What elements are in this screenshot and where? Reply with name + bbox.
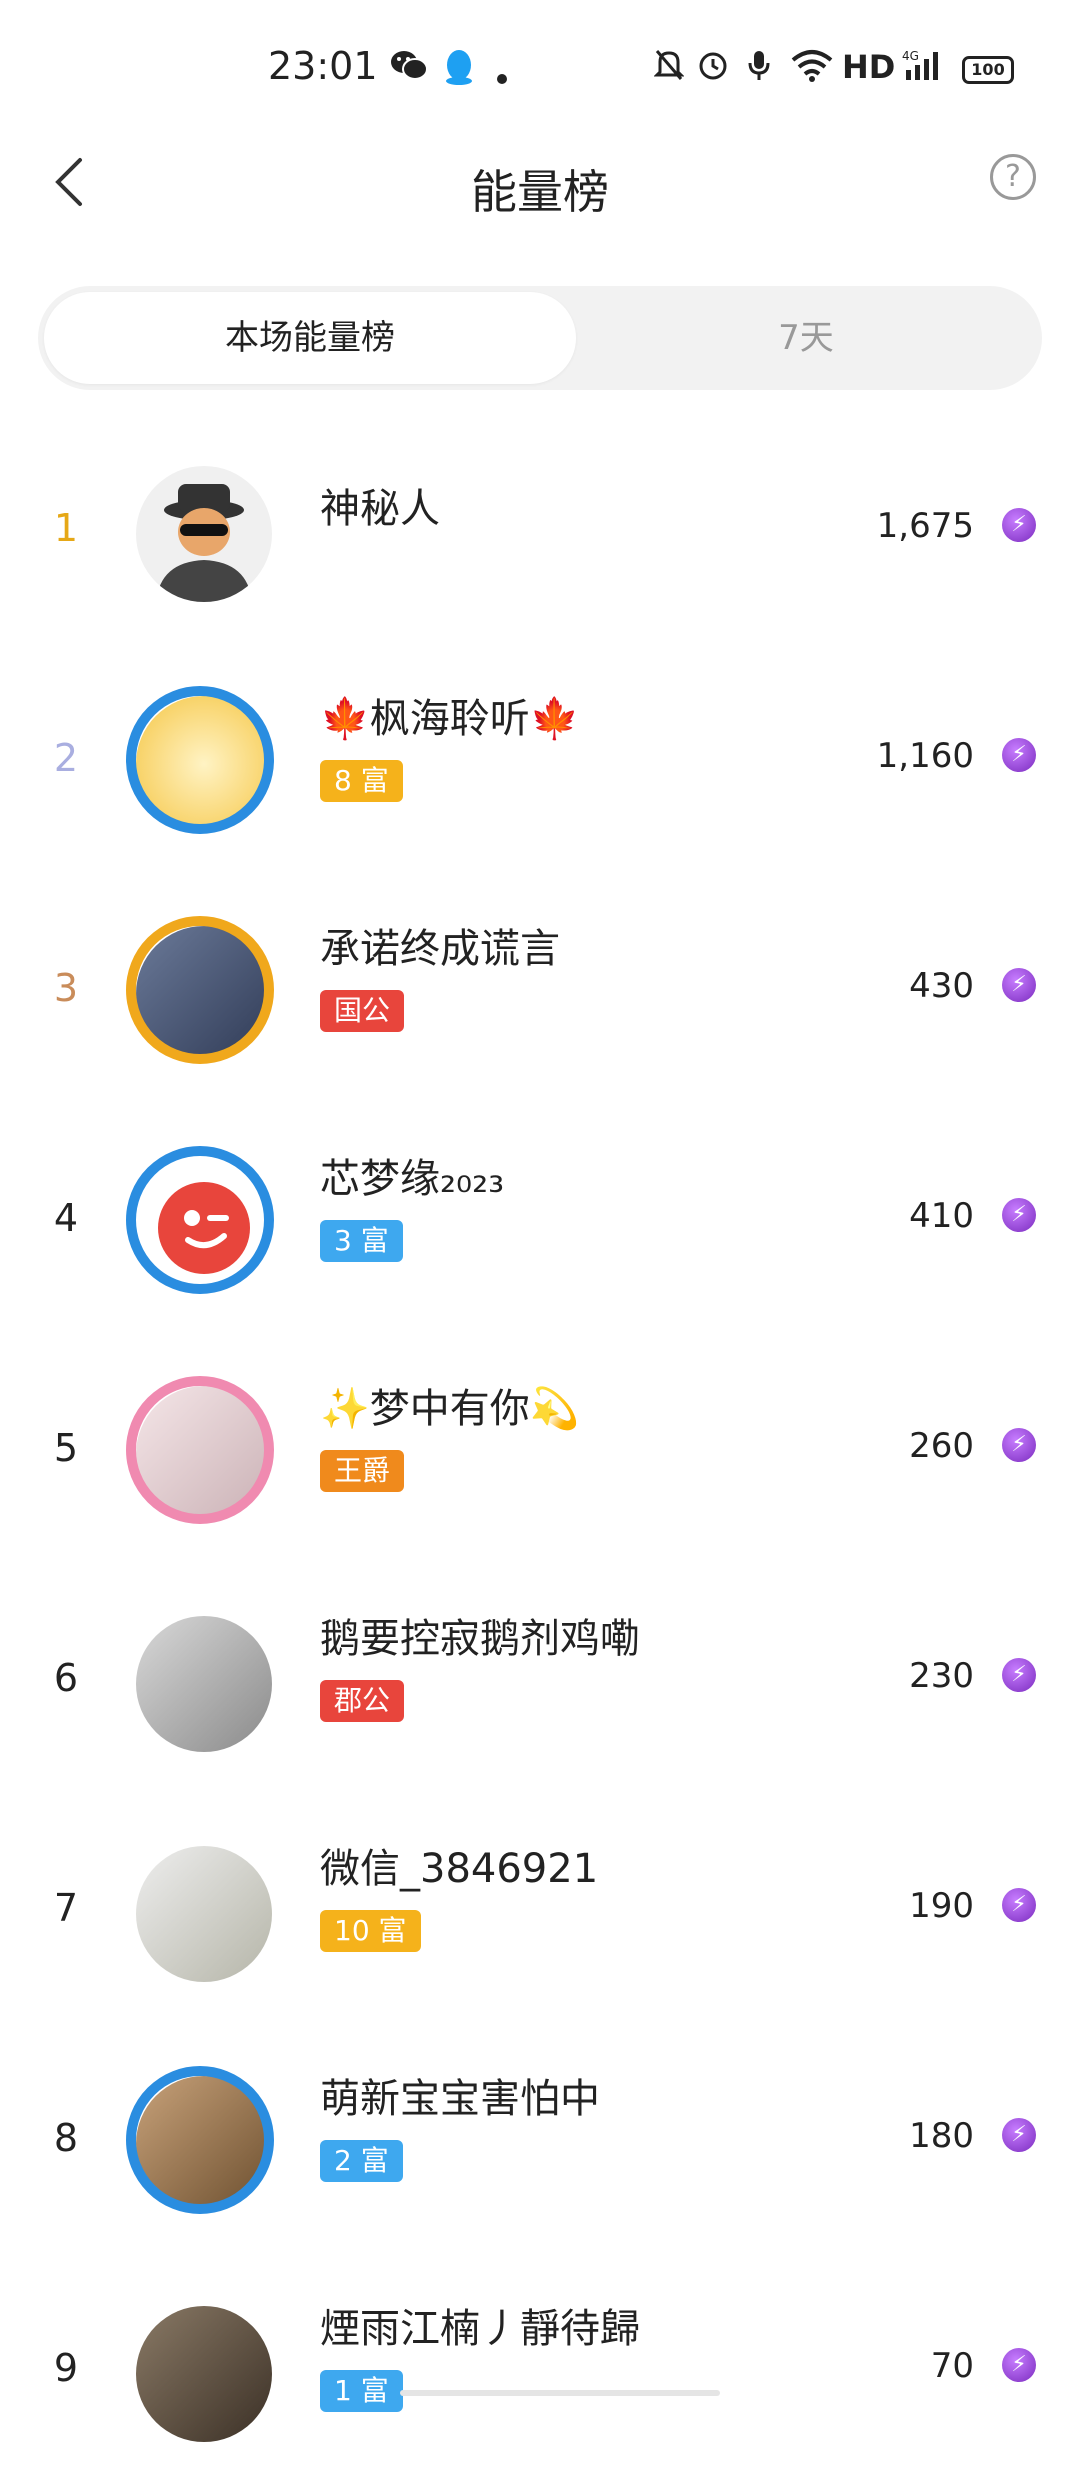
avatar-frame — [126, 1376, 274, 1524]
avatar-frame — [126, 916, 274, 1064]
noble-badge: 郡公 — [320, 1680, 405, 1722]
rank-number: 8 — [53, 2116, 79, 2160]
energy-score: 230 — [909, 1656, 974, 1696]
wealth-badge: 10 富 — [320, 1910, 421, 1952]
wealth-badge: 1 富 — [320, 2370, 403, 2412]
energy-bolt-icon: ⚡ — [1002, 1888, 1036, 1922]
noble-badge: 王爵 — [320, 1450, 405, 1492]
user-name: 承诺终成谎言 — [320, 926, 560, 972]
wifi-icon — [790, 48, 834, 89]
user-name: 煙雨江楠丿靜待歸 — [320, 2306, 640, 2352]
rank-number: 5 — [53, 1426, 79, 1470]
tab-current-session[interactable]: 本场能量榜 — [44, 292, 576, 384]
status-bar: 23:01 HD 4G 100 — [0, 0, 1080, 130]
avatar[interactable] — [120, 1830, 280, 1990]
user-name: 芯梦缘₂₀₂₃ — [320, 1156, 505, 1202]
energy-bolt-icon: ⚡ — [1002, 1658, 1036, 1692]
microphone-icon — [746, 48, 772, 89]
list-item[interactable]: 1 神秘人 1,675 ⚡ — [0, 420, 1080, 650]
art-avatar-icon — [136, 1846, 272, 1982]
user-name: ✨梦中有你💫 — [320, 1386, 580, 1432]
spy-avatar-icon — [136, 466, 272, 602]
mute-icon — [653, 48, 685, 89]
rank-number: 9 — [53, 2346, 79, 2390]
scroll-indicator — [400, 2390, 720, 2396]
list-item[interactable]: 2 🍁枫海聆听🍁 8 富 1,160 ⚡ — [0, 650, 1080, 880]
wealth-badge: 2 富 — [320, 2140, 403, 2182]
avatar[interactable] — [120, 450, 280, 610]
user-name: 微信_3846921 — [320, 1846, 599, 1892]
list-item[interactable]: 9 煙雨江楠丿靜待歸 1 富 70 ⚡ — [0, 2260, 1080, 2490]
alarm-icon — [696, 48, 730, 89]
avatar-frame — [126, 2066, 274, 2214]
energy-bolt-icon: ⚡ — [1002, 738, 1036, 772]
energy-score: 180 — [909, 2116, 974, 2156]
energy-score: 190 — [909, 1886, 974, 1926]
user-name: 萌新宝宝害怕中 — [320, 2076, 600, 2122]
energy-bolt-icon: ⚡ — [1002, 1428, 1036, 1462]
tab-seven-days[interactable]: 7天 — [576, 292, 1036, 384]
rank-number: 7 — [53, 1886, 79, 1930]
avatar-frame — [126, 686, 274, 834]
avatar[interactable] — [120, 1370, 280, 1530]
energy-bolt-icon: ⚡ — [1002, 2348, 1036, 2382]
energy-score: 1,675 — [876, 506, 974, 546]
energy-score: 430 — [909, 966, 974, 1006]
noble-badge: 国公 — [320, 990, 405, 1032]
rank-number: 4 — [53, 1196, 79, 1240]
energy-bolt-icon: ⚡ — [1002, 508, 1036, 542]
rank-number: 6 — [53, 1656, 79, 1700]
rank-number: 3 — [53, 966, 79, 1010]
list-item[interactable]: 5 ✨梦中有你💫 王爵 260 ⚡ — [0, 1340, 1080, 1570]
hd-indicator: HD — [842, 48, 896, 86]
list-item[interactable]: 8 萌新宝宝害怕中 2 富 180 ⚡ — [0, 2030, 1080, 2260]
user-name: 🍁枫海聆听🍁 — [320, 696, 580, 742]
energy-score: 410 — [909, 1196, 974, 1236]
list-item[interactable]: 6 鹅要控寂鹅剂鸡嘞 郡公 230 ⚡ — [0, 1570, 1080, 1800]
qq-icon — [444, 48, 474, 93]
avatar[interactable] — [120, 910, 280, 1070]
rank-number: 2 — [53, 736, 79, 780]
table-avatar-icon — [136, 2306, 272, 2442]
dot-icon — [496, 56, 508, 92]
energy-bolt-icon: ⚡ — [1002, 2118, 1036, 2152]
avatar[interactable] — [120, 1140, 280, 1300]
list-item[interactable]: 3 承诺终成谎言 国公 430 ⚡ — [0, 880, 1080, 1110]
top-bar: 能量榜 ? — [0, 130, 1080, 240]
help-icon[interactable]: ? — [990, 154, 1036, 200]
wealth-badge: 8 富 — [320, 760, 403, 802]
avatar[interactable] — [120, 680, 280, 840]
page-title: 能量榜 — [471, 165, 609, 219]
user-name: 神秘人 — [320, 486, 440, 532]
signal-icon: 4G — [902, 48, 946, 89]
svg-text:4G: 4G — [902, 49, 919, 63]
user-name: 鹅要控寂鹅剂鸡嘞 — [320, 1616, 640, 1662]
list-item[interactable]: 7 微信_3846921 10 富 190 ⚡ — [0, 1800, 1080, 2030]
wechat-icon — [390, 48, 428, 89]
energy-score: 260 — [909, 1426, 974, 1466]
ranking-tabs: 本场能量榜 7天 — [38, 286, 1042, 390]
energy-bolt-icon: ⚡ — [1002, 968, 1036, 1002]
avatar[interactable] — [120, 1600, 280, 1760]
battery-indicator: 100 — [962, 56, 1014, 84]
energy-score: 1,160 — [876, 736, 974, 776]
list-item[interactable]: 4 芯梦缘₂₀₂₃ 3 富 410 ⚡ — [0, 1110, 1080, 1340]
wealth-badge: 3 富 — [320, 1220, 403, 1262]
avatar-frame — [126, 1146, 274, 1294]
avatar[interactable] — [120, 2060, 280, 2220]
energy-bolt-icon: ⚡ — [1002, 1198, 1036, 1232]
status-time: 23:01 — [268, 44, 378, 88]
cat-avatar-icon — [136, 1616, 272, 1752]
energy-score: 70 — [930, 2346, 974, 2386]
avatar[interactable] — [120, 2290, 280, 2450]
rank-number: 1 — [53, 506, 79, 550]
